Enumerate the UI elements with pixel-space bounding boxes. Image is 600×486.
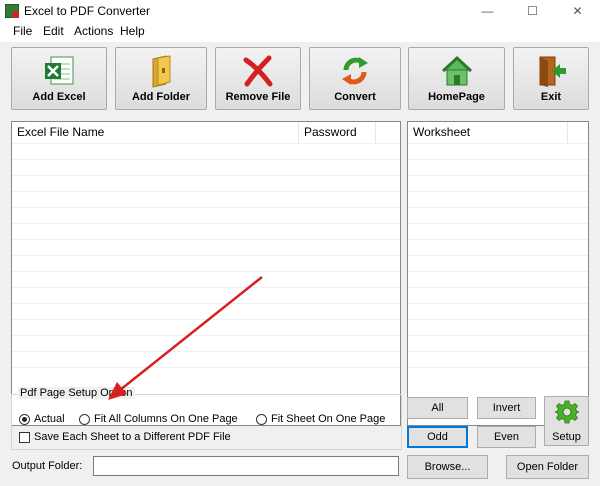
column-header-file-name[interactable]: Excel File Name (12, 122, 299, 143)
output-folder-label: Output Folder: (12, 460, 83, 472)
folder-icon (152, 55, 171, 88)
exit-label: Exit (540, 91, 562, 103)
radio-fit-sheet-label[interactable]: Fit Sheet On One Page (271, 413, 385, 425)
page-setup-title: Pdf Page Setup Option (18, 387, 135, 399)
select-all-button[interactable]: All (407, 397, 468, 419)
convert-label: Convert (334, 91, 376, 103)
menu-help[interactable]: Help (120, 24, 145, 38)
save-each-sheet-label[interactable]: Save Each Sheet to a Different PDF File (34, 431, 231, 443)
radio-actual[interactable] (19, 414, 30, 425)
menu-actions[interactable]: Actions (74, 24, 113, 38)
open-folder-button[interactable]: Open Folder (506, 455, 589, 479)
add-folder-label: Add Folder (131, 91, 191, 103)
page-setup-group: Pdf Page Setup Option Actual Fit All Col… (11, 387, 402, 450)
invert-selection-button[interactable]: Invert (477, 397, 536, 419)
convert-arrows-icon (342, 57, 368, 85)
home-icon (441, 55, 472, 86)
output-folder-input[interactable] (93, 456, 399, 476)
remove-file-label: Remove File (225, 91, 291, 103)
remove-file-button[interactable]: Remove File (215, 47, 301, 110)
excel-icon (45, 56, 74, 85)
remove-x-icon (243, 55, 273, 87)
minimize-button[interactable]: — (465, 0, 510, 22)
add-excel-label: Add Excel (32, 91, 86, 103)
select-odd-button[interactable]: Odd (407, 426, 468, 448)
client-area: Add Excel Add Folder Remove File Convert (0, 42, 600, 486)
gear-icon (555, 400, 579, 424)
column-header-password[interactable]: Password (299, 122, 376, 143)
add-folder-button[interactable]: Add Folder (115, 47, 207, 110)
add-excel-button[interactable]: Add Excel (11, 47, 107, 110)
radio-actual-label[interactable]: Actual (34, 413, 65, 425)
close-button[interactable]: ✕ (555, 0, 600, 22)
column-header-worksheet[interactable]: Worksheet (408, 122, 568, 143)
convert-button[interactable]: Convert (309, 47, 401, 110)
menu-edit[interactable]: Edit (43, 24, 64, 38)
radio-fit-sheet[interactable] (256, 414, 267, 425)
homepage-label: HomePage (428, 91, 485, 103)
app-icon (5, 4, 19, 18)
select-even-button[interactable]: Even (477, 426, 536, 448)
window-title: Excel to PDF Converter (24, 4, 151, 18)
setup-label: Setup (552, 431, 581, 443)
setup-button[interactable]: Setup (544, 396, 589, 446)
radio-fit-columns-label[interactable]: Fit All Columns On One Page (94, 413, 238, 425)
homepage-button[interactable]: HomePage (408, 47, 505, 110)
title-bar: Excel to PDF Converter — ☐ ✕ (0, 0, 600, 22)
excel-file-list[interactable]: Excel File Name Password (11, 121, 401, 426)
worksheet-list[interactable]: Worksheet (407, 121, 589, 426)
exit-door-icon (539, 56, 566, 87)
maximize-button[interactable]: ☐ (510, 0, 555, 22)
radio-fit-columns[interactable] (79, 414, 90, 425)
exit-button[interactable]: Exit (513, 47, 589, 110)
browse-button[interactable]: Browse... (407, 455, 488, 479)
menu-file[interactable]: File (13, 24, 32, 38)
menu-bar: File Edit Actions Help (0, 22, 600, 42)
save-each-sheet-checkbox[interactable] (19, 432, 30, 443)
